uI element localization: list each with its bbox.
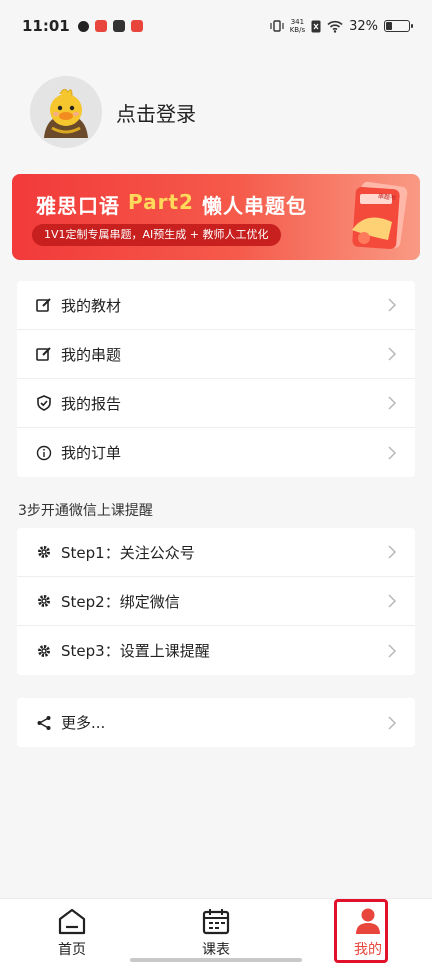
bottom-tab-bar: 首页 课表 我的	[0, 898, 432, 965]
chevron-right-icon	[388, 445, 397, 460]
status-right: 341 KB/s 32%	[270, 18, 413, 34]
avatar[interactable]	[30, 76, 102, 148]
banner-title-highlight: Part2	[128, 190, 194, 214]
promo-banner[interactable]: 雅思口语 Part2 懒人串题包 1V1定制专属串题，AI预生成 + 教师人工优…	[12, 174, 420, 260]
battery-percent: 32%	[349, 18, 378, 34]
wechat-section-title: 3步开通微信上课提醒	[18, 503, 153, 519]
app-notification-icon	[130, 20, 143, 32]
menu-item-my-textbooks[interactable]: 我的教材	[17, 281, 415, 330]
chevron-right-icon	[388, 545, 397, 559]
chevron-right-icon	[388, 594, 397, 608]
home-indicator	[130, 958, 302, 962]
menu-item-step3[interactable]: Step3：设置上课提醒	[17, 626, 415, 675]
active-tab-highlight	[334, 899, 388, 963]
menu-item-my-orders[interactable]: 我的订单	[17, 428, 415, 477]
gear-icon	[35, 543, 53, 561]
status-time: 11:01	[22, 17, 70, 35]
banner-title-part2: 懒人串题包	[201, 194, 307, 218]
menu-item-more[interactable]: 更多...	[17, 698, 415, 747]
menu-item-label: 我的教材	[61, 296, 122, 315]
menu-item-label: Step3：设置上课提醒	[61, 642, 210, 660]
chevron-right-icon	[388, 643, 397, 658]
gear-icon	[35, 642, 53, 660]
chevron-right-icon	[388, 347, 397, 361]
net-speed: 341 KB/s	[290, 18, 305, 34]
info-icon	[35, 444, 53, 462]
menu-item-label: 我的串题	[61, 345, 122, 364]
app-notification-icon	[94, 20, 107, 32]
shield-icon	[35, 394, 53, 412]
menu-card-main: 我的教材 我的串题 我的报告 我的订单	[17, 281, 415, 477]
duck-mascot-icon	[30, 76, 102, 148]
mail-icon	[112, 20, 125, 32]
profile-header[interactable]: 点击登录	[30, 76, 196, 148]
net-speed-unit: KB/s	[289, 26, 306, 34]
login-text[interactable]: 点击登录	[116, 98, 196, 127]
battery-icon	[384, 20, 413, 32]
app-notification-icon	[77, 20, 89, 32]
menu-card-wechat: Step1：关注公众号 Step2：绑定微信 Step3：设置上课提醒	[17, 528, 415, 675]
chevron-right-icon	[388, 298, 397, 312]
edit-icon	[35, 296, 53, 314]
status-bar: 11:01 341 KB/s 32%	[0, 0, 432, 52]
menu-card-more: 更多...	[17, 698, 415, 747]
menu-item-label: 更多...	[61, 714, 106, 732]
sim-icon	[311, 20, 321, 32]
menu-item-label: Step1：关注公众号	[61, 543, 195, 562]
banner-title: 雅思口语 Part2 懒人串题包	[36, 190, 307, 219]
home-icon	[58, 908, 86, 935]
banner-subtitle: 1V1定制专属串题，AI预生成 + 教师人工优化	[32, 224, 281, 246]
tab-schedule[interactable]: 课表	[176, 899, 256, 965]
menu-item-my-reports[interactable]: 我的报告	[17, 379, 415, 428]
vibrate-icon	[270, 20, 284, 32]
wifi-icon	[327, 20, 343, 33]
menu-item-label: 我的报告	[61, 394, 122, 413]
calendar-icon	[202, 909, 230, 935]
menu-item-my-topics[interactable]: 我的串题	[17, 330, 415, 379]
gear-icon	[35, 592, 53, 610]
tab-label: 课表	[202, 942, 230, 958]
status-left: 11:01	[22, 17, 143, 35]
book-illustration-icon	[352, 181, 408, 250]
share-icon	[35, 714, 53, 732]
menu-item-step2[interactable]: Step2：绑定微信	[17, 577, 415, 626]
banner-title-part1: 雅思口语	[36, 194, 120, 218]
menu-item-label: 我的订单	[61, 444, 122, 462]
net-speed-value: 341	[290, 18, 305, 26]
menu-item-label: Step2：绑定微信	[61, 592, 180, 611]
menu-item-step1[interactable]: Step1：关注公众号	[17, 528, 415, 577]
chevron-right-icon	[388, 396, 397, 410]
tab-home[interactable]: 首页	[32, 899, 112, 965]
tab-mine[interactable]: 我的	[328, 899, 408, 965]
tab-label: 首页	[58, 942, 86, 958]
chevron-right-icon	[388, 715, 397, 730]
edit-icon	[35, 345, 53, 363]
